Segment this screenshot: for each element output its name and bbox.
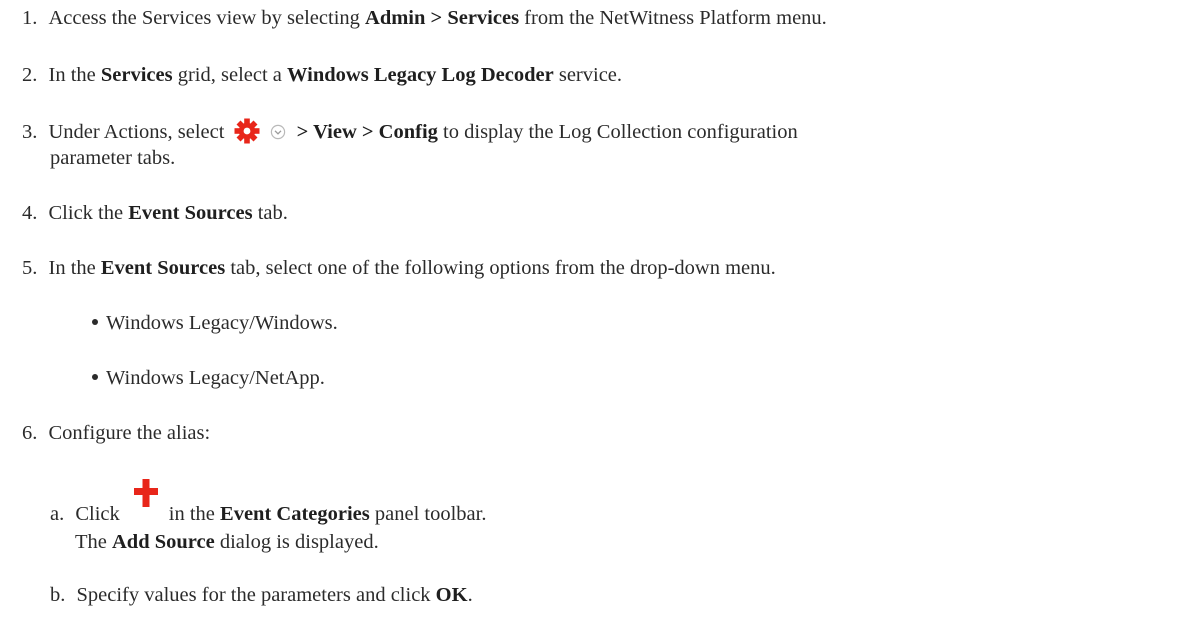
substep-a: a. Click in the Event Categories panel t… [50,479,487,527]
step-text: In the [48,257,101,279]
tab-name: Event Sources [128,202,253,224]
list-item: Windows Legacy/Windows. [92,310,338,336]
step-4: 4. Click the Event Sources tab. [22,200,288,226]
substep-b: b. Specify values for the parameters and… [50,582,473,608]
step-text: grid, select a [172,64,288,86]
step-1: 1. Access the Services view by selecting… [22,5,827,31]
step-text: Click the [48,202,129,224]
step-number: 6. [22,422,38,444]
plus-icon [133,479,158,521]
step-text: tab. [252,202,288,224]
step-text: Under Actions, select [48,121,230,143]
step-text: . [467,584,473,606]
step-text: from the NetWitness Platform menu. [519,7,827,29]
substep-a-note: The Add Source dialog is displayed. [75,529,379,555]
step-3: 3. Under Actions, select > View > Config… [22,118,798,145]
gear-icon [232,118,262,144]
step-text: Access the Services view by selecting [48,7,366,29]
bullet-icon [92,319,98,326]
step-text: to display the Log Collection configurat… [437,121,798,143]
step-2: 2. In the Services grid, select a Window… [22,62,622,88]
step-text: in the [168,503,221,525]
substep-letter: b. [50,584,66,606]
panel-name: Event Categories [220,503,370,525]
chevron-down-icon [270,121,286,140]
ok-label: OK [435,584,468,606]
step-text: Click [75,503,120,525]
step-number: 3. [22,121,38,143]
menu-path: > View > Config [291,121,438,143]
step-5: 5. In the Event Sources tab, select one … [22,255,776,281]
dialog-name: Add Source [112,531,215,553]
step-text: Configure the alias: [48,422,211,444]
option-text: Windows Legacy/Windows. [106,312,338,334]
step-text: In the [48,64,101,86]
step-text: Specify values for the parameters and cl… [76,584,436,606]
step-3-continuation: parameter tabs. [50,147,176,169]
bullet-icon [92,374,98,381]
step-number: 2. [22,64,38,86]
step-text: panel toolbar. [369,503,487,525]
service-name: Windows Legacy Log Decoder [287,64,554,86]
tab-name: Event Sources [100,257,226,279]
step-text: tab, select one of the following options… [225,257,776,279]
step-number: 5. [22,257,38,279]
note-text: dialog is displayed. [214,531,379,553]
option-text: Windows Legacy/NetApp. [106,367,325,389]
grid-name: Services [100,64,173,86]
step-number: 1. [22,7,38,29]
menu-path: Admin > Services [365,7,520,29]
list-item: Windows Legacy/NetApp. [92,365,325,391]
step-text: service. [553,64,623,86]
step-number: 4. [22,202,38,224]
substep-letter: a. [50,503,65,525]
note-text: The [75,531,112,553]
step-6: 6. Configure the alias: [22,420,210,446]
